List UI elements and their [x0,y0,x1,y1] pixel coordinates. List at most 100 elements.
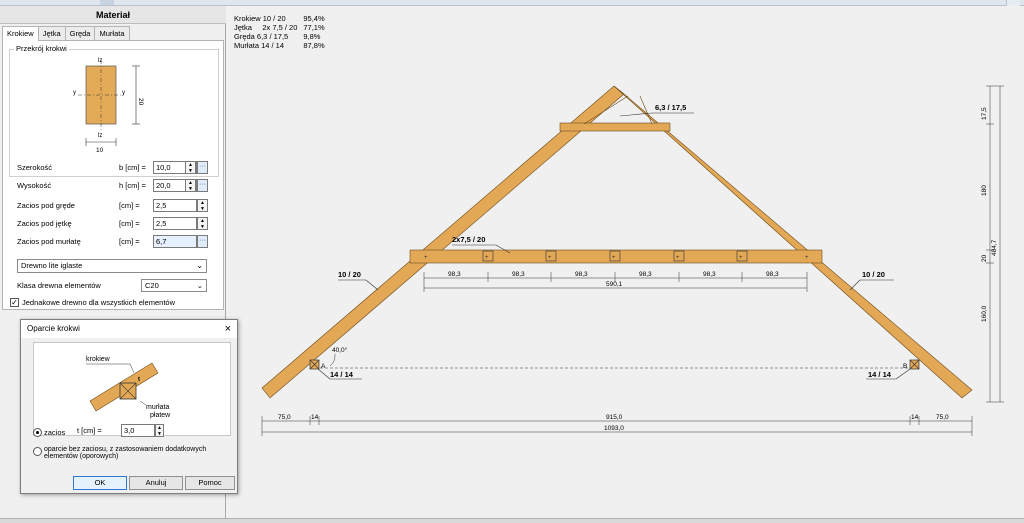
zacios-greda-input[interactable]: 2,5 [153,199,197,212]
width-spinner[interactable]: ▲ ▼ [185,161,196,174]
radio-zacios-label: zacios [44,428,66,437]
cross-section-diagram: lz lz y y 10 20 [73,58,144,154]
axis-z-bottom: lz [98,133,102,139]
same-wood-checkbox-row[interactable]: ✓ Jednakowe drewno dla wszystkich elemen… [10,298,175,307]
img-label-plate: murłata [146,404,169,411]
close-icon[interactable]: × [225,322,231,336]
stat-value: 77,1% [303,23,325,32]
stat-value: 87,8% [303,41,325,50]
field-width-unit: b [cm] = [119,163,146,172]
toolbar-icons [100,0,114,5]
field-height: Wysokość h [cm] = 20,0 ▲ ▼ ··· [17,179,213,193]
width-more-button[interactable]: ··· [197,161,208,174]
tab-murlata[interactable]: Murłata [94,26,130,40]
wood-class-select[interactable]: C20 ⌄ [141,279,207,292]
help-button[interactable]: Pomoc [185,476,235,490]
wood-class-row: Klasa drewna elementów C20 ⌄ [17,279,213,293]
field-zacios-murlata-unit: [cm] = [119,237,140,246]
bottom-dim-4: 14 [911,414,919,421]
axis-y-right: y [122,90,125,96]
rafter-left [261,85,625,399]
height-more-button[interactable]: ··· [197,179,208,192]
dialog-title: Oparcie krokwi [21,320,237,338]
stat-row: Jętka 2x 7,5 / 20 77,1% [234,23,331,32]
span-1: 98,3 [448,271,461,278]
label-krokiew-left: 10 / 20 [338,270,361,279]
field-width: Szerokość b [cm] = 10,0 ▲ ▼ ··· [17,161,213,175]
wood-class-label: Klasa drewna elementów [17,281,101,290]
field-zacios-jetka: Zacios pod jętkę [cm] = 2,5 ▲ ▼ [17,217,213,231]
tab-krokiew[interactable]: Krokiew [2,26,39,41]
tab-jetka[interactable]: Jętka [37,26,66,40]
field-zacios-jetka-label: Zacios pod jętkę [17,219,72,228]
label-angle: 40,0° [332,346,348,354]
t-input[interactable]: 3,0 [121,424,155,437]
svg-text:+: + [485,255,489,261]
radio-zacios[interactable] [33,428,42,437]
field-zacios-murlata-label: Zacios pod murłatę [17,237,81,246]
tabs: Krokiew Jętka Gręda Murłata [2,26,130,41]
right-dim-2: 180 [981,185,988,196]
axis-z-top: lz [98,58,102,64]
label-jetka: 2x7,5 / 20 [452,235,485,244]
field-zacios-greda: Zacios pod gręde [cm] = 2,5 ▲ ▼ [17,199,213,213]
stat-name: Krokiew 10 / 20 [234,14,286,23]
ok-button[interactable]: OK [73,476,127,490]
stat-row: Krokiew 10 / 20 95,4% [234,14,331,23]
span-total: 590,1 [606,281,623,288]
upper-tie [559,122,671,132]
wood-class-value: C20 [145,281,159,290]
chevron-down-icon: ⌄ [196,281,203,290]
radio-no-cut[interactable] [33,447,42,456]
chevron-down-icon: ⌄ [196,261,203,270]
truss-drawing: + + + + + + + 6,3 / 17,5 2x7,5 / 20 10 /… [261,85,1004,436]
bottom-total: 1093,0 [604,425,624,432]
bottom-dim-3: 915,0 [606,414,623,421]
field-zacios-greda-label: Zacios pod gręde [17,201,75,210]
label-greda: 6,3 / 17,5 [655,103,686,112]
span-5: 98,3 [703,271,716,278]
drawing-canvas[interactable]: + + + + + + + 6,3 / 17,5 2x7,5 / 20 10 /… [228,6,1024,518]
same-wood-label: Jednakowe drewno dla wszystkich elementó… [22,298,175,307]
cancel-button[interactable]: Anuluj [129,476,183,490]
img-label-t: t [138,377,140,383]
zacios-murlata-input[interactable]: 6,7 [153,235,197,248]
stat-name: Gręda 6,3 / 17,5 [234,32,289,41]
radio-zacios-row[interactable]: zacios [33,428,65,437]
img-label-plate2: płatew [150,412,171,419]
zacios-greda-spinner[interactable]: ▲ ▼ [197,199,208,212]
t-spinner[interactable]: ▲ ▼ [155,424,164,437]
field-height-unit: h [cm] = [119,181,146,190]
stat-name: Jętka 2x 7,5 / 20 [234,23,298,32]
field-width-label: Szerokość [17,163,53,172]
tab-greda[interactable]: Gręda [64,26,96,40]
svg-text:+: + [548,255,552,261]
bottom-dim-5: 75,0 [936,414,949,421]
zacios-jetka-input[interactable]: 2,5 [153,217,197,230]
material-select[interactable]: Drewno lite iglaste ⌄ [17,259,207,273]
axis-y-left: y [73,90,76,96]
svg-text:+: + [612,255,616,261]
stat-row: Gręda 6,3 / 17,5 9,8% [234,32,331,41]
zacios-jetka-spinner[interactable]: ▲ ▼ [197,217,208,230]
label-murlata-left: 14 / 14 [330,370,354,379]
right-dim-3: 20 [981,254,988,262]
img-label-rafter: krokiew [86,356,111,363]
field-height-label: Wysokość [17,181,52,190]
label-point-b: B [903,363,907,370]
rafter-support-dialog: Oparcie krokwi × krokiew murłata płatew … [20,319,238,494]
svg-text:+: + [805,255,809,261]
section-title: Przekrój krokwi [14,44,69,53]
section-group: Przekrój krokwi lz lz y y 10 20 [9,44,219,177]
same-wood-checkbox[interactable]: ✓ [10,298,19,307]
field-zacios-greda-unit: [cm] = [119,201,140,210]
label-krokiew-right: 10 / 20 [862,270,885,279]
radio-no-cut-label: oparcie bez zaciosu, z zastosowaniem dod… [44,446,207,460]
stat-value: 9,8% [303,32,321,41]
support-diagram: krokiew murłata płatew t [86,356,171,419]
label-point-a: A [321,363,326,370]
zacios-murlata-more-button[interactable]: ··· [197,235,208,248]
material-select-value: Drewno lite iglaste [21,261,83,270]
height-spinner[interactable]: ▲ ▼ [185,179,196,192]
radio-no-cut-row[interactable]: oparcie bez zaciosu, z zastosowaniem dod… [33,446,233,460]
